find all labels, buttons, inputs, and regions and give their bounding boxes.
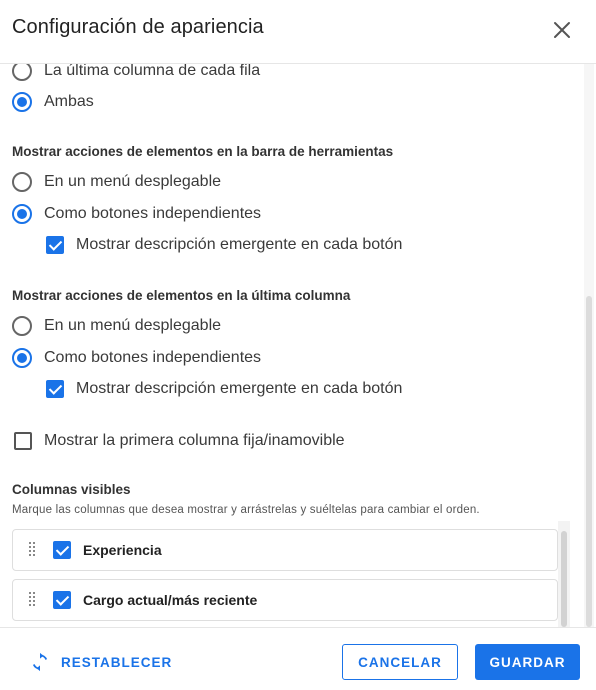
column-checkbox[interactable]: [53, 591, 71, 609]
radio-both[interactable]: Ambas: [12, 92, 94, 112]
column-item-cargo-actual[interactable]: Cargo actual/más reciente: [12, 579, 558, 621]
checkbox-fixed-first-column[interactable]: Mostrar la primera columna fija/inamovib…: [14, 432, 345, 450]
column-list-scrollbar-thumb[interactable]: [561, 531, 567, 627]
option-label: La última columna de cada fila: [44, 64, 261, 79]
cancel-button[interactable]: CANCELAR: [342, 644, 458, 680]
checkbox[interactable]: [46, 380, 64, 398]
radio-last-column-dropdown-menu[interactable]: En un menú desplegable: [12, 316, 221, 336]
reset-label: RESTABLECER: [61, 654, 173, 670]
radio-button[interactable]: [12, 172, 32, 192]
dialog-footer: RESTABLECER CANCELAR GUARDAR: [0, 627, 596, 690]
radio-button[interactable]: [12, 92, 32, 112]
checkbox-toolbar-tooltip[interactable]: Mostrar descripción emergente en cada bo…: [46, 236, 402, 254]
drag-handle-icon[interactable]: [29, 542, 37, 558]
option-label: En un menú desplegable: [44, 173, 222, 190]
option-label: Ambas: [44, 93, 94, 110]
close-button[interactable]: [550, 18, 574, 42]
checkbox-label: Mostrar la primera columna fija/inamovib…: [44, 432, 345, 449]
toolbar-actions-heading: Mostrar acciones de elementos en la barr…: [12, 144, 394, 159]
checkbox[interactable]: [14, 432, 32, 450]
last-column-actions-heading: Mostrar acciones de elementos en la últi…: [12, 288, 351, 303]
dialog-title: Configuración de apariencia: [12, 16, 264, 38]
drag-handle-icon[interactable]: [29, 592, 37, 608]
visible-columns-heading: Columnas visibles: [12, 482, 131, 497]
column-label: Experiencia: [83, 542, 162, 558]
option-label: Como botones independientes: [44, 205, 262, 222]
dialog-scrollbar-thumb[interactable]: [586, 296, 592, 627]
radio-toolbar-independent-buttons[interactable]: Como botones independientes: [12, 204, 261, 224]
visible-columns-description: Marque las columnas que desea mostrar y …: [12, 504, 480, 516]
radio-toolbar-dropdown-menu[interactable]: En un menú desplegable: [12, 172, 221, 192]
radio-last-column-of-row[interactable]: La última columna de cada fila: [12, 64, 260, 81]
checkbox[interactable]: [46, 236, 64, 254]
radio-last-column-independent-buttons[interactable]: Como botones independientes: [12, 348, 261, 368]
checkbox-label: Mostrar descripción emergente en cada bo…: [76, 380, 403, 397]
radio-button[interactable]: [12, 348, 32, 368]
close-icon: [554, 22, 570, 38]
column-checkbox[interactable]: [53, 541, 71, 559]
checkbox-last-column-tooltip[interactable]: Mostrar descripción emergente en cada bo…: [46, 380, 402, 398]
radio-button[interactable]: [12, 64, 32, 81]
refresh-icon: [32, 652, 48, 672]
dialog-body: La última columna de cada fila Ambas Mos…: [0, 64, 596, 627]
checkbox-label: Mostrar descripción emergente en cada bo…: [76, 236, 403, 253]
reset-button[interactable]: RESTABLECER: [30, 652, 172, 672]
radio-button[interactable]: [12, 316, 32, 336]
column-label: Cargo actual/más reciente: [83, 592, 258, 608]
column-item-experiencia[interactable]: Experiencia: [12, 529, 558, 571]
option-label: En un menú desplegable: [44, 317, 222, 334]
save-button[interactable]: GUARDAR: [475, 644, 580, 680]
option-label: Como botones independientes: [44, 349, 262, 366]
radio-button[interactable]: [12, 204, 32, 224]
dialog-header: Configuración de apariencia: [0, 0, 596, 64]
